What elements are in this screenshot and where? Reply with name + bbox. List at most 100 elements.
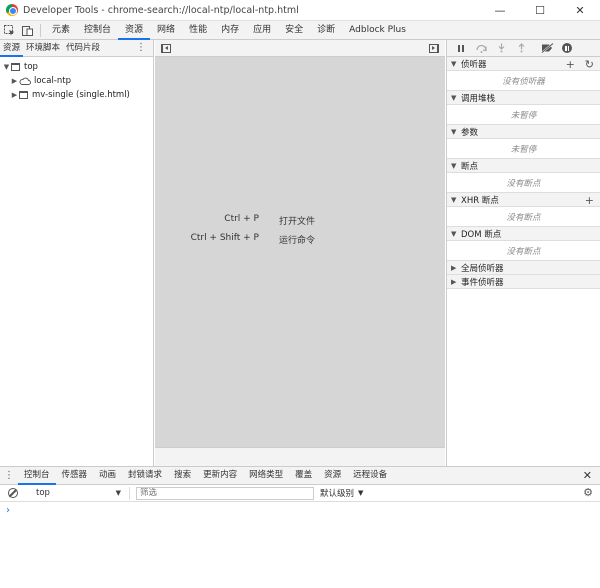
- close-window-button[interactable]: ✕: [560, 0, 600, 21]
- section-header[interactable]: ▶ 全局侦听器: [447, 261, 600, 275]
- gear-icon[interactable]: ⚙: [582, 487, 594, 499]
- toggle-navigator-icon[interactable]: [161, 44, 171, 53]
- step-out-icon: [518, 43, 524, 53]
- deactivate-breakpoints-button[interactable]: [537, 40, 557, 57]
- context-value: top: [36, 488, 50, 498]
- collapse-triangle-icon[interactable]: ▶: [451, 264, 461, 272]
- section-header[interactable]: ▼ 断点: [447, 159, 600, 173]
- main-tab[interactable]: 安全: [278, 21, 310, 40]
- pause-on-exceptions-icon: [562, 43, 572, 53]
- expand-triangle-icon[interactable]: ▼: [451, 196, 461, 204]
- expand-triangle-icon[interactable]: ▼: [451, 162, 461, 170]
- debugger-sections: ▼ 侦听器 + ↻ 没有侦听器 ▼ 调用堆栈 未暂停 ▼ 参数 未暂停 ▼ 断点 没有断点 ▼ XHR 断点 +…: [447, 57, 600, 289]
- context-selector[interactable]: top ▼: [30, 486, 130, 500]
- section-header[interactable]: ▼ XHR 断点 +: [447, 193, 600, 207]
- more-tabs-icon[interactable]: ⋮: [136, 40, 146, 57]
- drawer-tab[interactable]: 控制台: [18, 466, 56, 485]
- log-levels-dropdown[interactable]: 默认级别 ▼: [320, 487, 363, 499]
- section-title: 参数: [461, 127, 479, 138]
- close-drawer-icon[interactable]: ✕: [583, 467, 592, 486]
- debugger-sidebar: ▼ 侦听器 + ↻ 没有侦听器 ▼ 调用堆栈 未暂停 ▼ 参数 未暂停 ▼ 断点 没有断点 ▼ XHR 断点 +…: [446, 40, 600, 466]
- section-title: 断点: [461, 161, 479, 172]
- console-filter-input[interactable]: [136, 486, 314, 500]
- tab-navigator-snippets[interactable]: 代码片段: [63, 40, 103, 57]
- debugger-toolbar: [447, 40, 600, 57]
- pause-on-exceptions-button[interactable]: [557, 40, 577, 57]
- drawer-tab[interactable]: 更新内容: [197, 466, 243, 485]
- tab-navigator-content-scripts[interactable]: 环境脚本: [23, 40, 63, 57]
- pause-button[interactable]: [451, 40, 471, 57]
- drawer-tab[interactable]: 搜索: [168, 466, 197, 485]
- main-tab[interactable]: 网络: [150, 21, 182, 40]
- collapse-triangle-icon[interactable]: ▶: [10, 77, 19, 85]
- dropdown-caret-icon: ▼: [358, 489, 364, 497]
- step-into-button[interactable]: [491, 40, 511, 57]
- cloud-icon: [19, 77, 31, 85]
- inspect-element-icon[interactable]: [0, 21, 18, 40]
- drawer-tab[interactable]: 远程设备: [347, 466, 393, 485]
- add-icon[interactable]: +: [566, 58, 575, 71]
- main-tab[interactable]: 元素: [45, 21, 77, 40]
- expand-triangle-icon[interactable]: ▼: [2, 63, 11, 71]
- section-header[interactable]: ▼ 调用堆栈: [447, 91, 600, 105]
- drawer-tab[interactable]: 动画: [93, 466, 122, 485]
- main-tab[interactable]: 性能: [182, 21, 214, 40]
- drawer-tab[interactable]: 网络类型: [243, 466, 289, 485]
- step-over-icon: [475, 44, 487, 53]
- main-tab[interactable]: 控制台: [77, 21, 118, 40]
- shortcut-open-file: Ctrl + P 打开文件: [155, 214, 445, 227]
- navigator-tabs: 资源 环境脚本 代码片段 ⋮: [0, 40, 153, 57]
- tree-item-top[interactable]: ▼ top: [0, 60, 153, 74]
- shortcut-action: 打开文件: [279, 217, 316, 227]
- clear-console-icon[interactable]: [8, 488, 18, 498]
- deactivate-breakpoints-icon: [540, 43, 554, 53]
- title-bar: Developer Tools - chrome-search://local-…: [0, 0, 600, 21]
- drawer-tab[interactable]: 覆盖: [289, 466, 318, 485]
- shortcut-run-command: Ctrl + Shift + P 运行命令: [155, 233, 445, 246]
- tab-navigator-sources[interactable]: 资源: [0, 40, 24, 57]
- toggle-debugger-icon[interactable]: [429, 44, 439, 53]
- expand-triangle-icon[interactable]: ▼: [451, 128, 461, 136]
- expand-triangle-icon[interactable]: ▼: [451, 230, 461, 238]
- window-controls: — ☐ ✕: [480, 0, 600, 21]
- device-toolbar-icon[interactable]: [18, 21, 36, 40]
- editor-pane: Ctrl + P 打开文件 Ctrl + Shift + P 运行命令: [155, 40, 445, 466]
- drawer-more-icon[interactable]: ⋮: [0, 470, 18, 481]
- collapse-triangle-icon[interactable]: ▶: [10, 91, 19, 99]
- minimize-button[interactable]: —: [480, 0, 520, 21]
- drawer-tab[interactable]: 传感器: [56, 466, 94, 485]
- shortcut-key: Ctrl + P: [224, 214, 259, 224]
- section-title: 全局侦听器: [461, 263, 504, 274]
- drawer-tab[interactable]: 封锁请求: [122, 466, 168, 485]
- tree-item-mv-single[interactable]: ▶ mv-single (single.html): [0, 88, 153, 102]
- section-header[interactable]: ▶ 事件侦听器: [447, 275, 600, 289]
- expand-triangle-icon[interactable]: ▼: [451, 94, 461, 102]
- shortcut-key: Ctrl + Shift + P: [190, 233, 259, 243]
- main-tab[interactable]: 内存: [214, 21, 246, 40]
- section-header[interactable]: ▼ 侦听器 + ↻: [447, 57, 600, 71]
- step-out-button[interactable]: [511, 40, 531, 57]
- section-title: DOM 断点: [461, 229, 502, 240]
- section-header[interactable]: ▼ DOM 断点: [447, 227, 600, 241]
- drawer-tab[interactable]: 资源: [318, 466, 347, 485]
- section-header[interactable]: ▼ 参数: [447, 125, 600, 139]
- add-icon[interactable]: +: [585, 194, 594, 207]
- section-title: 事件侦听器: [461, 277, 504, 288]
- editor-placeholder: Ctrl + P 打开文件 Ctrl + Shift + P 运行命令: [155, 57, 445, 447]
- chrome-logo-icon: [6, 4, 18, 16]
- main-tab[interactable]: Adblock Plus: [342, 21, 413, 40]
- expand-triangle-icon[interactable]: ▼: [451, 60, 461, 68]
- section-placeholder: 未暂停: [447, 139, 600, 159]
- step-over-button[interactable]: [471, 40, 491, 57]
- collapse-triangle-icon[interactable]: ▶: [451, 278, 461, 286]
- console-output[interactable]: ›: [0, 502, 600, 588]
- main-tab-bar: 元素 控制台 资源 网络 性能 内存 应用 安全 诊断 Adblock Plus: [0, 21, 600, 40]
- main-tab[interactable]: 应用: [246, 21, 278, 40]
- editor-footer: [155, 447, 445, 466]
- section-placeholder: 没有侦听器: [447, 71, 600, 91]
- maximize-button[interactable]: ☐: [520, 0, 560, 21]
- refresh-icon[interactable]: ↻: [585, 58, 594, 71]
- main-tab[interactable]: 资源: [118, 21, 151, 40]
- main-tab[interactable]: 诊断: [310, 21, 342, 40]
- tree-item-local-ntp[interactable]: ▶ local-ntp: [0, 74, 153, 88]
